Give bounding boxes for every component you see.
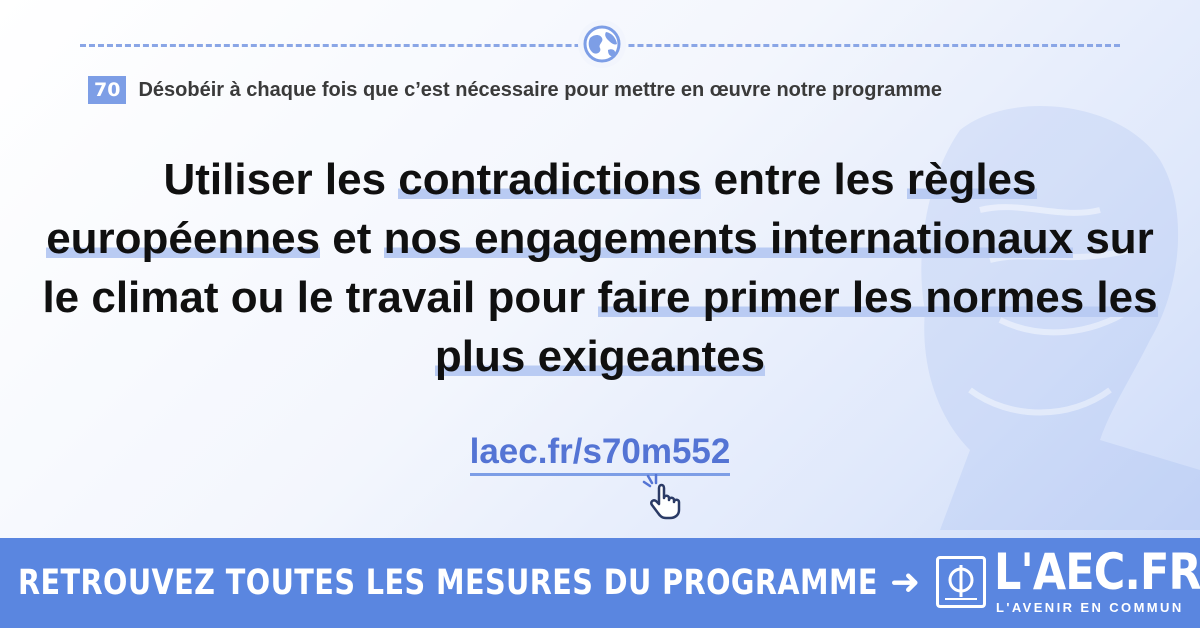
headline-segment: et [320,214,384,263]
measure-number-badge: 70 [88,76,127,104]
phi-logo-icon [936,556,986,608]
banner-cta-text[interactable]: RETROUVEZ TOUTES LES MESURES DU PROGRAMM… [18,563,878,603]
measure-subtitle: Désobéir à chaque fois que c’est nécessa… [138,78,943,101]
arrow-right-icon: ➜ [890,561,921,602]
short-link[interactable]: laec.fr/s70m552 [469,432,731,476]
logo-tagline: L'AVENIR EN COMMUN [996,600,1184,615]
measure-header: 70 Désobéir à chaque fois que c’est néce… [88,75,942,105]
short-link-wrap: laec.fr/s70m552 [0,432,1200,476]
bottom-banner[interactable]: RETROUVEZ TOUTES LES MESURES DU PROGRAMM… [0,538,1200,628]
headline-segment: Utiliser les [163,155,399,204]
globe-icon [578,20,626,68]
headline-highlight: nos engagements internationaux [383,214,1074,263]
headline-segment: entre les [701,155,907,204]
pointer-hand-icon [642,474,681,520]
headline-highlight: contradictions [398,155,702,204]
logo-wordmark[interactable]: L'AEC.FR [994,544,1200,600]
headline: Utiliser les contradictions entre les rè… [40,150,1160,386]
